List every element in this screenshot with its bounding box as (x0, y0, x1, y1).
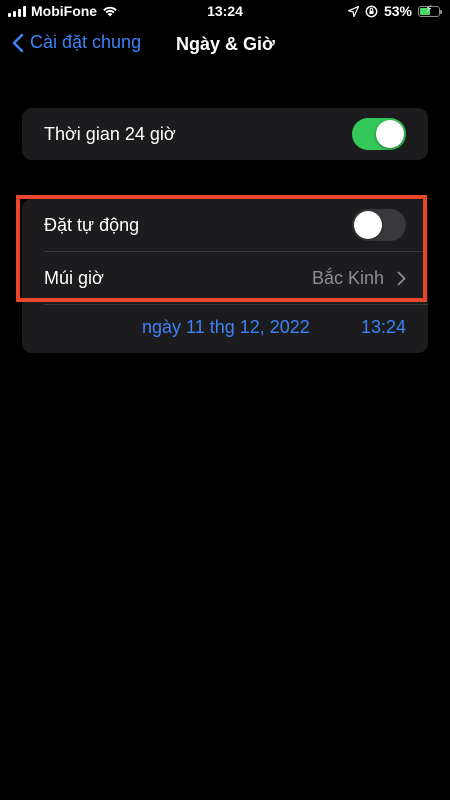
group-24h: Thời gian 24 giờ (22, 108, 428, 160)
row-label-set-automatically: Đặt tự động (44, 214, 140, 235)
chevron-left-icon (12, 33, 24, 52)
time-zone-value: Bắc Kinh (311, 267, 384, 288)
orientation-lock-icon (365, 5, 378, 17)
toggle-knob (354, 211, 382, 239)
group-date-time: Đặt tự động Múi giờ Bắc Kinh ngày 11 thg… (22, 199, 428, 353)
battery-percent: 53% (383, 3, 412, 19)
status-right: 53% ⚡ (347, 3, 442, 19)
row-time-zone[interactable]: Múi giờ Bắc Kinh (22, 252, 428, 304)
chevron-right-icon (397, 271, 406, 286)
bolt-icon: ⚡ (425, 3, 433, 15)
row-date-time: ngày 11 thg 12, 2022 13:24 (22, 305, 428, 353)
back-label: Cài đặt chung (30, 32, 142, 52)
location-arrow-icon (347, 5, 359, 17)
time-value[interactable]: 13:24 (361, 317, 406, 338)
row-label-time-zone: Múi giờ (44, 267, 104, 288)
status-bar: MobiFone 13:24 53% ⚡ (0, 0, 450, 24)
row-24-hour-time: Thời gian 24 giờ (22, 108, 428, 160)
toggle-knob (376, 120, 404, 148)
page-title: Ngày & Giờ (176, 34, 275, 54)
date-value[interactable]: ngày 11 thg 12, 2022 (142, 317, 310, 338)
back-button[interactable]: Cài đặt chung (12, 32, 141, 53)
toggle-set-automatically[interactable] (352, 209, 406, 241)
row-label-24-hour: Thời gian 24 giờ (44, 123, 176, 144)
toggle-24-hour-time[interactable] (352, 118, 406, 150)
row-set-automatically: Đặt tự động (22, 199, 428, 251)
navigation-bar: Cài đặt chung Ngày & Giờ (0, 28, 450, 64)
battery-charging-icon: ⚡ (418, 3, 442, 17)
